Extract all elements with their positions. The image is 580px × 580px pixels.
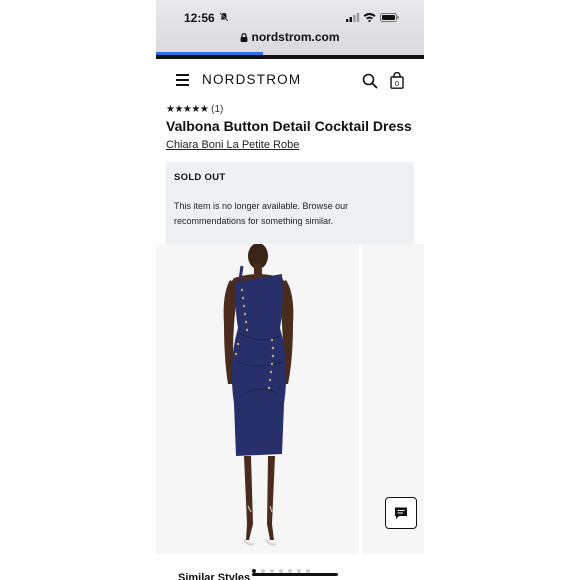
bell-slash-icon — [219, 12, 229, 22]
product-image[interactable] — [156, 244, 359, 554]
menu-icon[interactable] — [176, 74, 189, 86]
rating-row[interactable]: ★★★★★ (1) — [166, 104, 223, 115]
star-rating: ★★★★★ — [166, 104, 209, 115]
status-time: 12:56 — [184, 11, 215, 25]
header-divider — [156, 55, 424, 59]
shopping-bag-icon[interactable]: 0 — [390, 72, 404, 89]
product-image-carousel[interactable] — [156, 244, 424, 554]
lock-icon — [241, 33, 248, 42]
model-wearing-dress — [223, 244, 294, 546]
sold-out-message: This item is no longer available. Browse… — [174, 201, 349, 226]
review-count: (1) — [211, 104, 224, 115]
address-bar[interactable]: nordstrom.com — [156, 30, 424, 44]
chat-button[interactable] — [385, 497, 417, 529]
battery-icon — [380, 13, 399, 22]
product-title: Valbona Button Detail Cocktail Dress — [166, 118, 412, 134]
site-logo[interactable]: NORDSTROM — [202, 72, 301, 87]
url-text: nordstrom.com — [251, 30, 340, 44]
carousel-dots[interactable] — [252, 560, 315, 573]
similar-styles-heading: Similar Styles — [178, 572, 251, 580]
sold-out-label: SOLD OUT — [174, 172, 226, 183]
sold-out-notice: SOLD OUT This item is no longer availabl… — [166, 162, 414, 244]
phone-screen: 12:56 nordstrom.com NORDSTROM 0 ★★★★★ (1… — [156, 0, 424, 580]
chat-icon — [395, 507, 407, 519]
search-icon[interactable] — [362, 73, 378, 89]
site-header: NORDSTROM 0 — [156, 62, 424, 100]
browser-chrome: 12:56 nordstrom.com — [156, 0, 424, 56]
home-indicator[interactable] — [252, 573, 338, 576]
signal-icon — [346, 13, 360, 22]
wifi-icon — [363, 13, 376, 22]
brand-link[interactable]: Chiara Boni La Petite Robe — [166, 139, 299, 151]
svg-text:0: 0 — [395, 79, 399, 88]
